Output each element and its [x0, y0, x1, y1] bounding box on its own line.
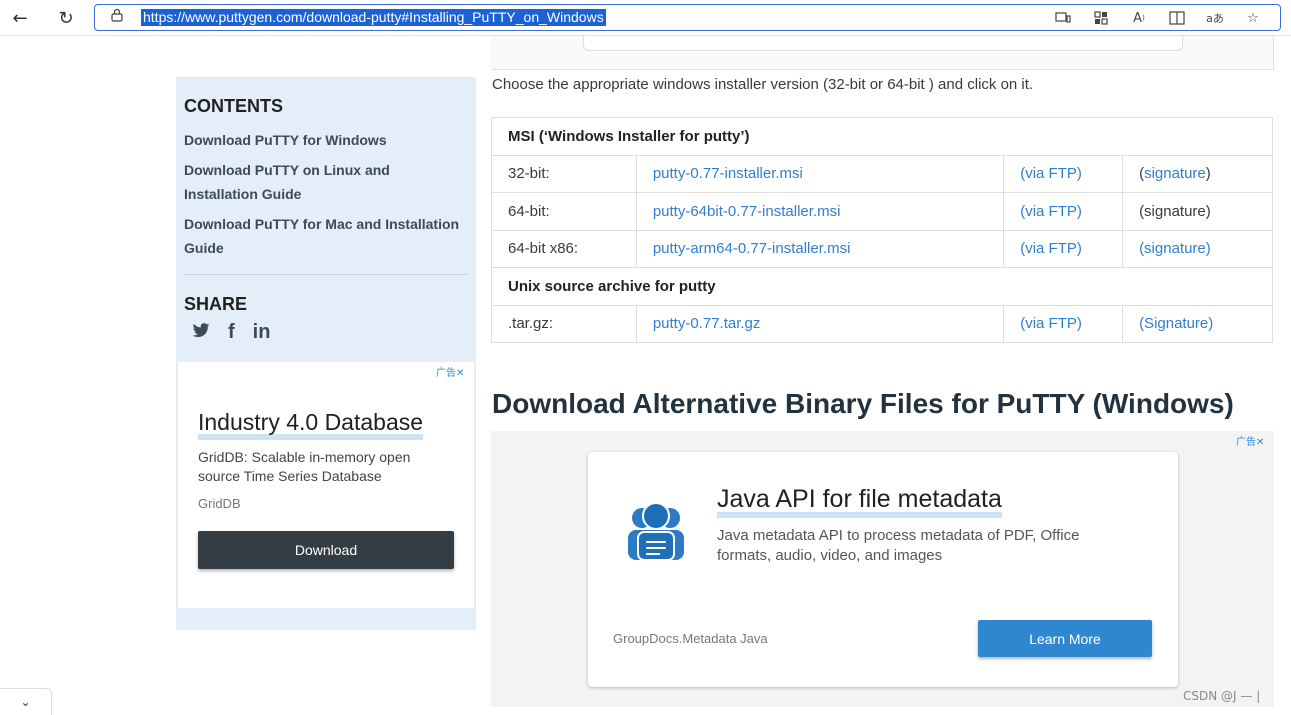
refresh-icon[interactable]: ↻	[54, 6, 78, 30]
sidebar-ad[interactable]: 广告✕ Industry 4.0 Database GridDB: Scalab…	[178, 362, 474, 608]
signature-cell: (signature)	[1122, 229, 1273, 268]
address-bar[interactable]: https://www.puttygen.com/download-putty#…	[94, 4, 1281, 31]
signature-cell: (Signature)	[1122, 304, 1273, 343]
ad-headline[interactable]: Industry 4.0 Database	[198, 410, 424, 440]
table-row: 64-bit x86: putty-arm64-0.77-installer.m…	[491, 229, 1273, 268]
ad-card[interactable]: Java API for file metadata Java metadata…	[588, 452, 1178, 687]
address-bar-actions: A) aあ ☆	[1054, 9, 1262, 27]
twitter-icon[interactable]	[192, 321, 210, 344]
installer-link[interactable]: putty-arm64-0.77-installer.msi	[653, 240, 851, 257]
chevron-down-icon[interactable]: ⌄	[0, 688, 52, 715]
file-cell: putty-64bit-0.77-installer.msi	[635, 192, 1005, 231]
main-ad[interactable]: 广告✕ Java API for file metadata Java meta…	[491, 431, 1274, 707]
intro-text: Choose the appropriate windows installer…	[492, 76, 1034, 93]
toc-link-windows[interactable]: Download PuTTY for Windows	[184, 128, 464, 152]
linkedin-icon[interactable]: in	[253, 321, 271, 344]
file-cell: putty-0.77-installer.msi	[635, 154, 1005, 193]
arch-cell: .tar.gz:	[491, 304, 637, 343]
ad-description: GridDB: Scalable in-memory open source T…	[198, 449, 411, 484]
favorite-icon[interactable]: ☆	[1244, 9, 1262, 27]
share-title: SHARE	[184, 294, 248, 314]
toc-link-mac[interactable]: Download PuTTY for Mac and Installation …	[184, 212, 464, 260]
sidebar-divider	[184, 274, 468, 275]
lock-icon[interactable]	[111, 8, 123, 26]
metadata-logo-icon	[624, 502, 688, 562]
arch-cell: 64-bit x86:	[491, 229, 637, 268]
table-section-row: Unix source archive for putty	[491, 267, 1273, 306]
table-section-row: MSI (‘Windows Installer for putty’)	[491, 117, 1273, 156]
arch-cell: 64-bit:	[491, 192, 637, 231]
table-of-contents: Download PuTTY for Windows Download PuTT…	[184, 128, 464, 266]
apps-icon[interactable]	[1092, 9, 1110, 27]
signature-cell: (signature)	[1122, 192, 1273, 231]
download-table: MSI (‘Windows Installer for putty’) 32-b…	[491, 117, 1273, 343]
signature-link[interactable]: (signature)	[1139, 240, 1211, 257]
ad-headline[interactable]: Java API for file metadata	[717, 486, 1002, 518]
browser-toolbar: ← ↻ https://www.puttygen.com/download-pu…	[0, 0, 1291, 36]
msi-header: MSI (‘Windows Installer for putty’)	[491, 117, 1273, 156]
contents-title: CONTENTS	[184, 96, 283, 116]
embedded-card	[583, 36, 1183, 51]
ftp-link[interactable]: (via FTP)	[1020, 203, 1082, 220]
table-row: 32-bit: putty-0.77-installer.msi (via FT…	[491, 154, 1273, 193]
section-heading: Download Alternative Binary Files for Pu…	[492, 388, 1234, 419]
embedded-frame-bottom	[491, 36, 1274, 70]
read-aloud-icon[interactable]: A)	[1130, 9, 1148, 27]
ftp-link[interactable]: (via FTP)	[1020, 165, 1082, 182]
split-screen-icon[interactable]	[1168, 9, 1186, 27]
file-cell: putty-arm64-0.77-installer.msi	[635, 229, 1005, 268]
unix-header: Unix source archive for putty	[491, 267, 1273, 306]
ftp-cell: (via FTP)	[1003, 154, 1124, 193]
ftp-link[interactable]: (via FTP)	[1020, 240, 1082, 257]
ftp-cell: (via FTP)	[1003, 192, 1124, 231]
arch-cell: 32-bit:	[491, 154, 637, 193]
translate-icon[interactable]: aあ	[1206, 9, 1224, 27]
signature-cell: (signature)	[1122, 154, 1273, 193]
watermark: CSDN @J — |	[1183, 689, 1261, 703]
ad-brand: GridDB	[198, 496, 241, 511]
signature-link[interactable]: (Signature)	[1139, 315, 1213, 332]
table-row: 64-bit: putty-64bit-0.77-installer.msi (…	[491, 192, 1273, 231]
back-icon[interactable]: ←	[8, 6, 32, 30]
signature-link[interactable]: signature	[1144, 165, 1206, 182]
ftp-cell: (via FTP)	[1003, 304, 1124, 343]
ad-brand: GroupDocs.Metadata Java	[613, 631, 768, 646]
device-icon[interactable]	[1054, 9, 1072, 27]
table-row: .tar.gz: putty-0.77.tar.gz (via FTP) (Si…	[491, 304, 1273, 343]
ad-download-button[interactable]: Download	[198, 531, 454, 569]
archive-link[interactable]: putty-0.77.tar.gz	[653, 315, 761, 332]
url-text[interactable]: https://www.puttygen.com/download-putty#…	[141, 9, 606, 26]
installer-link[interactable]: putty-64bit-0.77-installer.msi	[653, 203, 841, 220]
share-icons: f in	[192, 321, 270, 344]
file-cell: putty-0.77.tar.gz	[635, 304, 1005, 343]
ad-close-icon[interactable]: 广告✕	[436, 364, 464, 379]
ftp-link[interactable]: (via FTP)	[1020, 315, 1082, 332]
facebook-icon[interactable]: f	[228, 321, 235, 344]
learn-more-button[interactable]: Learn More	[978, 620, 1152, 657]
toc-link-linux[interactable]: Download PuTTY on Linux and Installation…	[184, 158, 464, 206]
installer-link[interactable]: putty-0.77-installer.msi	[653, 165, 803, 182]
ad-description: Java metadata API to process metadata of…	[717, 527, 1080, 564]
signature-link[interactable]: (signature)	[1139, 203, 1211, 220]
ad-close-icon[interactable]: 广告✕	[1236, 433, 1264, 448]
paren-close: )	[1205, 165, 1211, 183]
ftp-cell: (via FTP)	[1003, 229, 1124, 268]
